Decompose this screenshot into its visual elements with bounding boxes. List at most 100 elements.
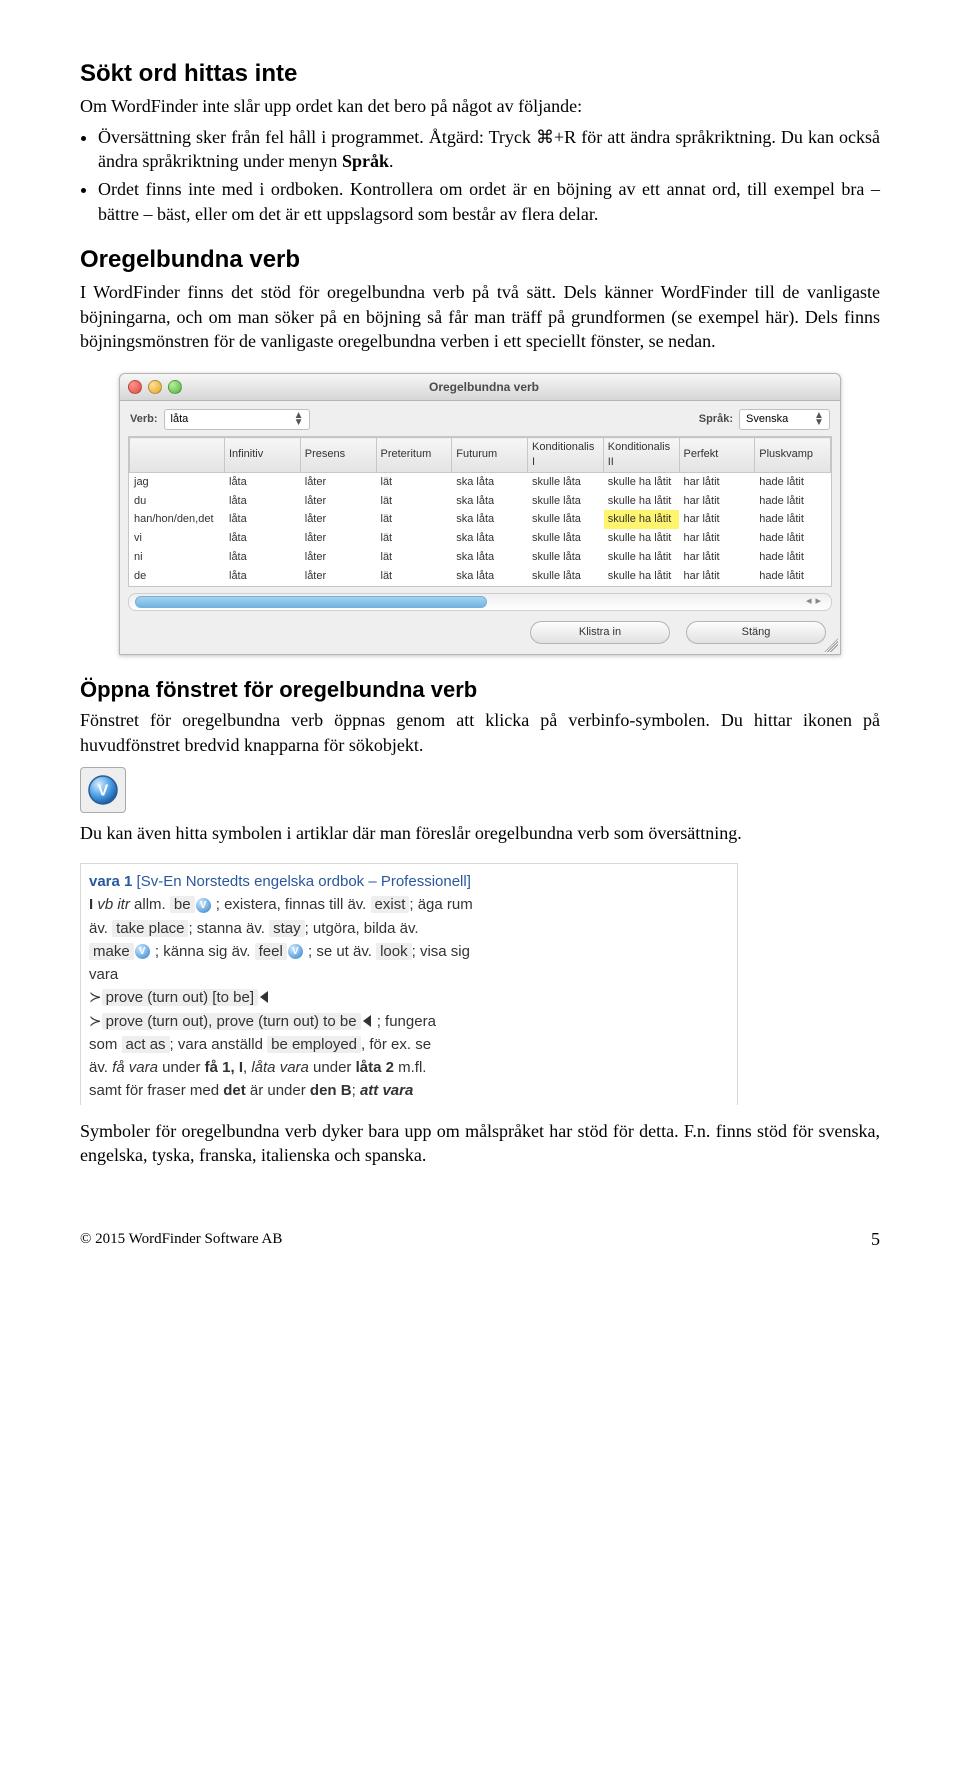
table-cell[interactable]: låta	[225, 492, 301, 511]
table-cell[interactable]: vi	[130, 529, 225, 548]
verbinfo-mini-icon[interactable]: V	[135, 944, 150, 959]
table-cell[interactable]: skulle låta	[528, 472, 604, 491]
table-cell[interactable]: skulle låta	[528, 510, 604, 529]
table-cell[interactable]: hade låtit	[755, 548, 831, 567]
table-cell[interactable]: har låtit	[679, 567, 755, 586]
table-cell[interactable]: skulle ha låtit	[603, 548, 679, 567]
table-cell[interactable]: låta	[225, 567, 301, 586]
copyright: © 2015 WordFinder Software AB	[80, 1229, 282, 1249]
table-cell[interactable]: de	[130, 567, 225, 586]
table-cell[interactable]: du	[130, 492, 225, 511]
table-cell[interactable]: ska låta	[452, 492, 528, 511]
table-header[interactable]: Futurum	[452, 438, 528, 473]
table-cell[interactable]: låter	[300, 492, 376, 511]
para-symbol-hint: Du kan även hitta symbolen i artiklar dä…	[80, 821, 880, 845]
table-row[interactable]: vilåtalåterlätska låtaskulle låtaskulle …	[130, 529, 831, 548]
table-cell[interactable]: ska låta	[452, 510, 528, 529]
table-cell[interactable]: ni	[130, 548, 225, 567]
table-header[interactable]: Konditionalis I	[528, 438, 604, 473]
verb-select[interactable]: låta ▲▼	[164, 409, 310, 430]
table-cell[interactable]: lät	[376, 492, 452, 511]
table-header[interactable]: Pluskvamp	[755, 438, 831, 473]
minimize-icon[interactable]	[148, 380, 162, 394]
table-cell[interactable]: lät	[376, 548, 452, 567]
scrollbar-arrows[interactable]: ◂▸	[806, 594, 825, 609]
table-header[interactable]: Infinitiv	[225, 438, 301, 473]
table-cell[interactable]: har låtit	[679, 472, 755, 491]
table-row[interactable]: han/hon/den,detlåtalåterlätska låtaskull…	[130, 510, 831, 529]
table-cell[interactable]: skulle låta	[528, 529, 604, 548]
table-cell[interactable]: låter	[300, 567, 376, 586]
entry-text: m.fl.	[394, 1059, 427, 1076]
paste-button[interactable]: Klistra in	[530, 621, 670, 644]
heading-oregelbundna: Oregelbundna verb	[80, 244, 880, 276]
table-row[interactable]: delåtalåterlätska låtaskulle låtaskulle …	[130, 567, 831, 586]
chevron-updown-icon: ▲▼	[293, 412, 305, 426]
table-header[interactable]: Konditionalis II	[603, 438, 679, 473]
table-cell[interactable]: låter	[300, 529, 376, 548]
table-cell[interactable]: skulle ha låtit	[603, 492, 679, 511]
table-cell[interactable]: hade låtit	[755, 529, 831, 548]
table-cell[interactable]: har låtit	[679, 548, 755, 567]
table-cell[interactable]: skulle ha låtit	[603, 472, 679, 491]
verbinfo-icon[interactable]: V	[80, 767, 126, 813]
close-button[interactable]: Stäng	[686, 621, 826, 644]
zoom-icon[interactable]	[168, 380, 182, 394]
table-cell[interactable]: skulle ha låtit	[603, 510, 679, 529]
table-cell[interactable]: ska låta	[452, 548, 528, 567]
table-cell[interactable]: skulle låta	[528, 492, 604, 511]
entry-text: låta 2	[356, 1059, 394, 1076]
verbinfo-mini-icon[interactable]: V	[288, 944, 303, 959]
table-cell[interactable]: låta	[225, 548, 301, 567]
table-cell[interactable]: lät	[376, 529, 452, 548]
table-cell[interactable]: lät	[376, 472, 452, 491]
table-cell[interactable]: hade låtit	[755, 472, 831, 491]
entry-text: ; äga rum	[409, 896, 472, 913]
table-cell[interactable]: har låtit	[679, 529, 755, 548]
entry-phrase: take place	[112, 920, 188, 937]
window-title: Oregelbundna verb	[128, 379, 840, 395]
table-cell[interactable]: jag	[130, 472, 225, 491]
table-cell[interactable]: låter	[300, 510, 376, 529]
para-open-window: Fönstret för oregelbundna verb öppnas ge…	[80, 708, 880, 757]
table-cell[interactable]: skulle låta	[528, 567, 604, 586]
table-cell[interactable]: lät	[376, 567, 452, 586]
table-cell[interactable]: han/hon/den,det	[130, 510, 225, 529]
table-row[interactable]: nilåtalåterlätska låtaskulle låtaskulle …	[130, 548, 831, 567]
table-cell[interactable]: skulle låta	[528, 548, 604, 567]
close-icon[interactable]	[128, 380, 142, 394]
heading-sokt: Sökt ord hittas inte	[80, 58, 880, 90]
window-titlebar[interactable]: Oregelbundna verb	[120, 374, 840, 401]
table-cell[interactable]: lät	[376, 510, 452, 529]
table-cell[interactable]: skulle ha låtit	[603, 529, 679, 548]
entry-text: ; fungera	[373, 1013, 436, 1030]
table-cell[interactable]: har låtit	[679, 492, 755, 511]
table-header[interactable]: Perfekt	[679, 438, 755, 473]
table-row[interactable]: dulåtalåterlätska låtaskulle låtaskulle …	[130, 492, 831, 511]
table-cell[interactable]: ska låta	[452, 529, 528, 548]
lang-select[interactable]: Svenska ▲▼	[739, 409, 830, 430]
table-header[interactable]: Preteritum	[376, 438, 452, 473]
verbinfo-mini-icon[interactable]: V	[196, 898, 211, 913]
table-cell[interactable]: skulle ha låtit	[603, 567, 679, 586]
table-cell[interactable]: har låtit	[679, 510, 755, 529]
table-cell[interactable]: ska låta	[452, 472, 528, 491]
table-header[interactable]: Presens	[300, 438, 376, 473]
entry-text: ; vara anställd	[170, 1036, 268, 1053]
table-cell[interactable]: hade låtit	[755, 510, 831, 529]
table-cell[interactable]: låter	[300, 548, 376, 567]
entry-text: få vara	[112, 1059, 158, 1076]
table-cell[interactable]: hade låtit	[755, 492, 831, 511]
resize-handle-icon[interactable]	[824, 638, 838, 652]
table-header[interactable]	[130, 438, 225, 473]
table-cell[interactable]: låter	[300, 472, 376, 491]
horizontal-scrollbar[interactable]: ◂▸	[128, 593, 832, 611]
table-cell[interactable]: låta	[225, 529, 301, 548]
table-row[interactable]: jaglåtalåterlätska låtaskulle låtaskulle…	[130, 472, 831, 491]
table-cell[interactable]: låta	[225, 472, 301, 491]
table-cell[interactable]: hade låtit	[755, 567, 831, 586]
entry-text: under	[158, 1059, 205, 1076]
table-cell[interactable]: ska låta	[452, 567, 528, 586]
table-cell[interactable]: låta	[225, 510, 301, 529]
scrollbar-thumb[interactable]	[135, 596, 487, 608]
